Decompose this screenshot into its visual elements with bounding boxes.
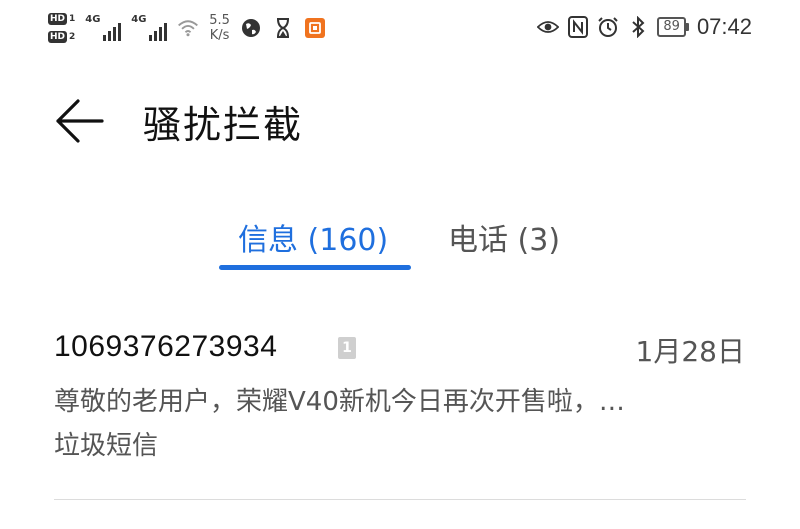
alarm-icon [597, 16, 619, 38]
network-type: 4G [85, 14, 101, 25]
signal-bars-icon [103, 23, 122, 41]
bluetooth-icon [627, 16, 649, 38]
sim-indicators: HD 1 HD 2 [48, 13, 75, 43]
tab-messages[interactable]: 信息 (160) [238, 215, 388, 259]
sim-index: 2 [69, 32, 76, 42]
eye-icon [537, 16, 560, 38]
sender-number: 1069376273934 [54, 330, 278, 363]
hourglass-icon [272, 17, 294, 39]
tab-calls[interactable]: 电话 (3) [448, 215, 560, 259]
sim-card-icon: 1 [338, 337, 356, 359]
network-speed: 5.5 K/s [209, 13, 230, 43]
active-tab-indicator [219, 265, 411, 270]
status-bar-left: HD 1 HD 2 4G 4G 5.5 K/s [48, 8, 326, 48]
spam-tag: 垃圾短信 [54, 431, 159, 461]
signal-sim2: 4G [131, 14, 168, 41]
list-item[interactable]: 1069376273934 1 1月28日 尊敬的老用户，荣耀V40新机今日再次… [0, 320, 800, 500]
hd-badge: HD [48, 31, 68, 43]
back-button[interactable] [54, 95, 106, 147]
hd-badge: HD [48, 13, 68, 25]
arrow-left-icon [56, 99, 104, 143]
globe-icon [240, 17, 262, 39]
app-notification-icon [304, 17, 326, 39]
divider [54, 499, 746, 500]
network-speed-value: 5.5 [209, 13, 230, 28]
sim2-hd-indicator: HD 2 [48, 31, 75, 43]
message-preview: 尊敬的老用户，荣耀V40新机今日再次开售啦，… [54, 387, 625, 417]
signal-bars-icon [149, 23, 168, 41]
sim1-hd-indicator: HD 1 [48, 13, 75, 25]
status-bar: HD 1 HD 2 4G 4G 5.5 K/s 89 07:42 [0, 0, 800, 52]
sim-index: 1 [69, 14, 76, 24]
clock: 07:42 [696, 14, 752, 39]
wifi-icon [177, 17, 199, 39]
page-title: 骚扰拦截 [143, 103, 304, 147]
signal-sim1: 4G [85, 14, 122, 41]
message-date: 1月28日 [635, 335, 745, 368]
nfc-icon [567, 16, 589, 38]
network-speed-unit: K/s [209, 28, 230, 43]
battery-level: 89 [657, 17, 686, 37]
status-bar-right: 89 07:42 [537, 10, 752, 44]
battery-icon: 89 [657, 17, 689, 37]
network-type: 4G [131, 14, 147, 25]
